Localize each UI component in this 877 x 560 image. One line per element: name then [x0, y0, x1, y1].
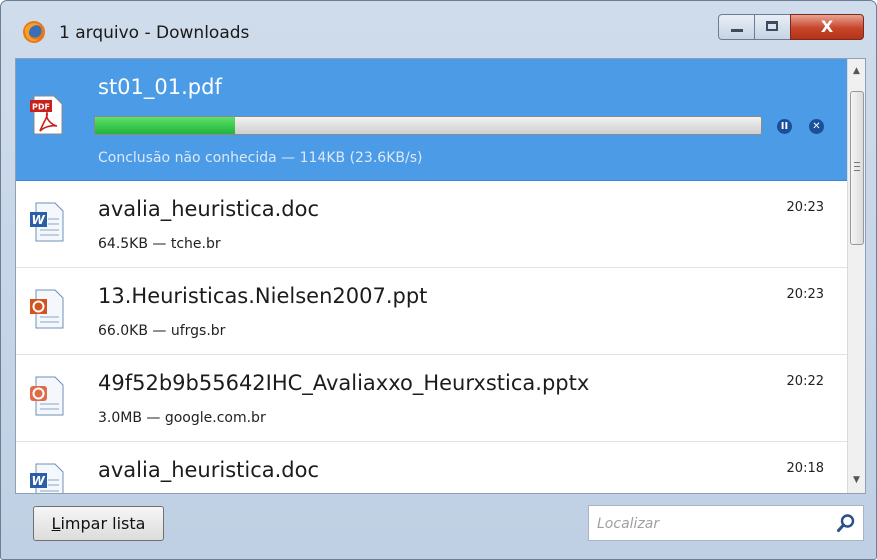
download-file-name: avalia_heuristica.doc — [98, 458, 320, 482]
grip-line — [854, 170, 860, 171]
maximize-button[interactable] — [754, 14, 791, 40]
download-meta: 3.0MB — google.com.br — [98, 410, 266, 426]
search-input[interactable] — [595, 510, 829, 538]
download-file-name: avalia_heuristica.doc — [98, 197, 320, 221]
download-item[interactable]: W avalia_heuristica.doc 64.5KB — tche.br… — [16, 181, 847, 268]
download-item[interactable]: 49f52b9b55642IHC_Avaliaxxo_Heurxstica.pp… — [16, 355, 847, 442]
download-file-name: 49f52b9b55642IHC_Avaliaxxo_Heurxstica.pp… — [98, 371, 590, 395]
download-item[interactable]: W avalia_heuristica.doc 20:18 — [16, 442, 847, 493]
window-title: 1 arquivo - Downloads — [59, 23, 250, 43]
powerpoint-icon — [30, 376, 64, 416]
download-status: Conclusão não conhecida — 114KB (23.6KB/… — [98, 150, 423, 166]
download-item-active[interactable]: PDF st01_01.pdf II ✕ Conclusão não conhe… — [16, 59, 847, 181]
download-progress-fill — [95, 117, 235, 134]
download-time: 20:22 — [786, 374, 824, 389]
download-meta: 66.0KB — ufrgs.br — [98, 323, 226, 339]
download-item[interactable]: 13.Heuristicas.Nielsen2007.ppt 66.0KB — … — [16, 268, 847, 355]
clear-list-label: impar lista — [60, 514, 146, 533]
pdf-icon: PDF — [30, 95, 63, 135]
title-bar[interactable]: 1 arquivo - Downloads X — [1, 1, 876, 51]
svg-text:PDF: PDF — [32, 103, 50, 112]
pause-button[interactable]: II — [777, 119, 792, 134]
maximize-icon — [766, 21, 778, 31]
close-icon: X — [820, 17, 834, 36]
download-time: 20:23 — [786, 287, 824, 302]
svg-text:W: W — [32, 213, 46, 227]
firefox-icon — [23, 21, 45, 43]
scroll-up-arrow-icon[interactable]: ▲ — [848, 63, 865, 80]
scroll-down-arrow-icon[interactable]: ▼ — [848, 472, 865, 489]
download-progress-bar — [94, 116, 762, 135]
download-time: 20:18 — [786, 461, 824, 476]
minimize-button[interactable] — [718, 14, 755, 40]
minimize-icon — [731, 29, 743, 32]
close-button[interactable]: X — [790, 14, 864, 40]
downloads-list[interactable]: PDF st01_01.pdf II ✕ Conclusão não conhe… — [15, 58, 866, 494]
cancel-button[interactable]: ✕ — [809, 119, 824, 134]
search-icon[interactable] — [836, 513, 856, 533]
word-doc-icon: W — [30, 202, 64, 242]
download-file-name: st01_01.pdf — [98, 75, 222, 99]
vertical-scrollbar[interactable]: ▲ ▼ — [847, 59, 865, 493]
downloads-window: 1 arquivo - Downloads X PDF st01_01.pdf … — [0, 0, 877, 560]
grip-line — [854, 166, 860, 167]
download-meta: 64.5KB — tche.br — [98, 236, 221, 252]
scrollbar-thumb[interactable] — [850, 91, 864, 245]
download-file-name: 13.Heuristicas.Nielsen2007.ppt — [98, 284, 428, 308]
download-time: 20:23 — [786, 200, 824, 215]
svg-text:W: W — [32, 474, 46, 488]
powerpoint-icon — [30, 289, 64, 329]
word-doc-icon: W — [30, 463, 64, 493]
clear-list-button[interactable]: Limpar lista — [33, 506, 164, 541]
search-box[interactable] — [588, 505, 864, 541]
grip-line — [854, 162, 860, 163]
